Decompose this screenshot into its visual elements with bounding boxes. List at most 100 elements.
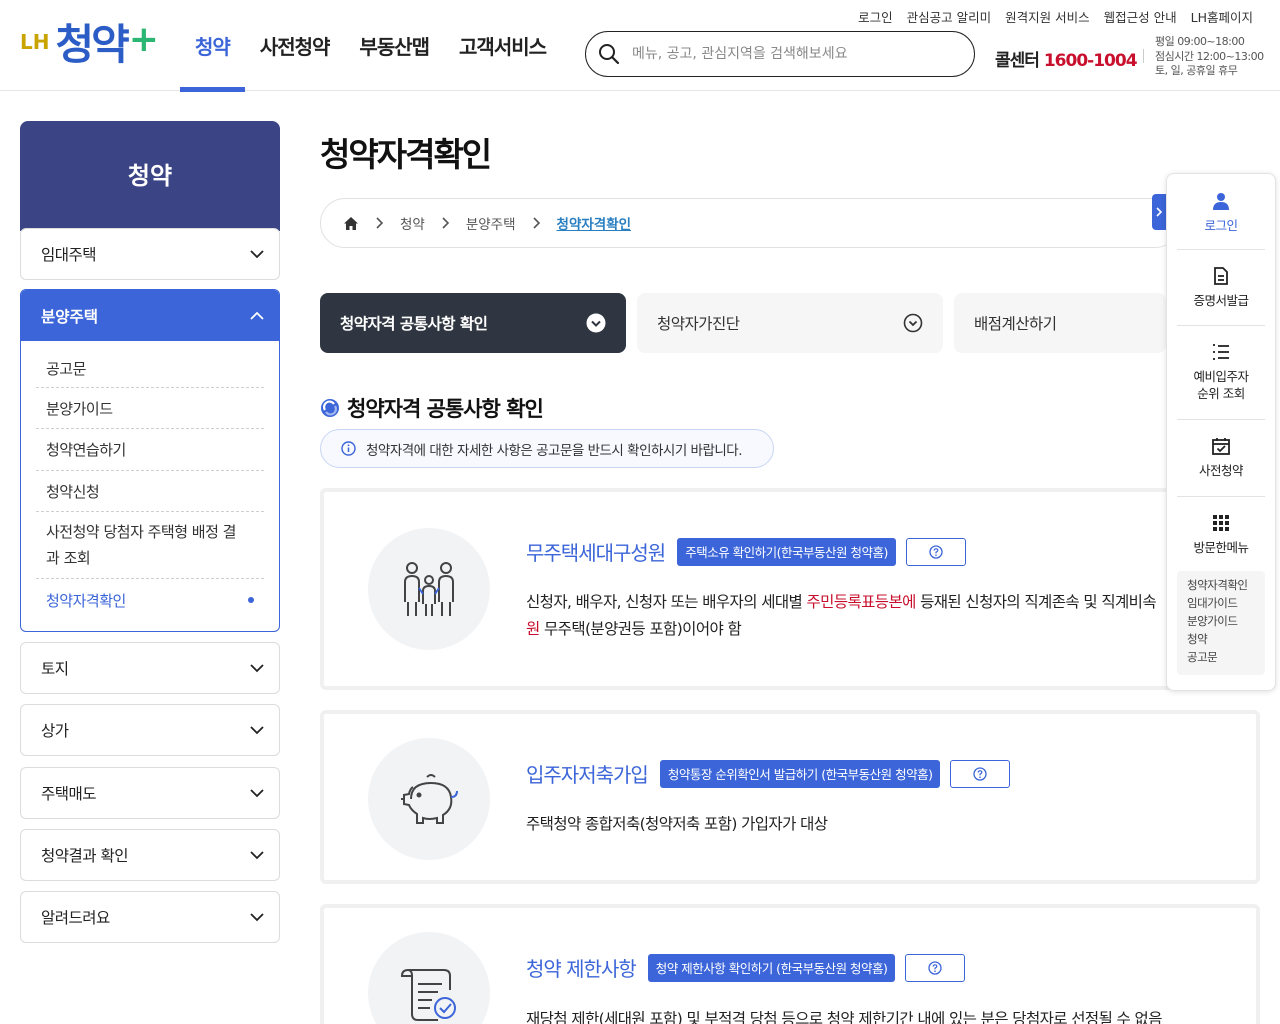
eligibility-card-restrictions: 청약 제한사항 청약 제한사항 확인하기 (한국부동산원 청약홈) 재당첨 제한…	[320, 904, 1260, 1024]
sub-item-notice[interactable]: 공고문	[36, 341, 264, 388]
sidebar-title: 청약	[20, 121, 280, 231]
quick-login[interactable]: 로그인	[1177, 191, 1265, 234]
sidebar-item-sale-header[interactable]: 분양주택	[21, 290, 279, 341]
sub-item-label: 사전청약 당첨자 주택형 배정 결과 조회	[46, 523, 236, 567]
sub-item-practice[interactable]: 청약연습하기	[36, 429, 264, 471]
sub-item-label: 청약자격확인	[46, 591, 126, 610]
calendar-check-icon	[1211, 436, 1231, 456]
gnb-subscription[interactable]: 청약	[180, 0, 245, 92]
help-button[interactable]	[950, 759, 1011, 788]
gnb-customer-service[interactable]: 고객서비스	[444, 0, 561, 91]
recent-item[interactable]: 청약	[1187, 630, 1265, 648]
check-restrictions-button[interactable]: 청약 제한사항 확인하기 (한국부동산원 청약홈)	[647, 953, 896, 982]
gnb-real-estate-map[interactable]: 부동산맵	[344, 0, 444, 91]
card-description: 재당첨 제한(세대원 포함) 및 부적격 당첨 등으로 청약 제한기간 내에 있…	[526, 1010, 1162, 1024]
tab-label: 청약자격 공통사항 확인	[340, 315, 488, 333]
lh-logo[interactable]: LH 청약 +	[20, 22, 159, 66]
hours-lunch: 점심시간 12:00~13:00	[1155, 49, 1264, 63]
util-login[interactable]: 로그인	[858, 7, 893, 26]
quick-label: 사전청약	[1198, 463, 1244, 478]
quick-pre-subscription[interactable]: 사전청약	[1177, 436, 1265, 479]
util-accessibility[interactable]: 웹접근성 안내	[1104, 7, 1177, 26]
document-icon	[1211, 266, 1231, 286]
help-button[interactable]	[905, 953, 966, 982]
tab-score-calc[interactable]: 배점계산하기	[954, 293, 1166, 353]
sub-item-sale-guide[interactable]: 분양가이드	[36, 388, 264, 429]
util-remote-support[interactable]: 원격지원 서비스	[1005, 7, 1089, 26]
logo-prefix: LH	[20, 30, 50, 54]
tab-self-diagnosis[interactable]: 청약자가진단	[637, 293, 943, 353]
notice-text: 청약자격에 대한 자세한 사항은 공고문을 반드시 확인하시기 바랍니다.	[366, 442, 743, 459]
recent-item[interactable]: 공고문	[1187, 648, 1265, 666]
sub-item-eligibility[interactable]: 청약자격확인	[36, 579, 264, 621]
breadcrumb-item[interactable]: 분양주택	[466, 213, 516, 233]
sidebar-item-house-sale[interactable]: 주택매도	[20, 767, 280, 819]
search-icon[interactable]	[598, 43, 620, 65]
util-notice-alert[interactable]: 관심공고 알리미	[907, 7, 991, 26]
site-header: LH 청약 + 청약 사전청약 부동산맵 고객서비스 로그인 관심공고 알리미 …	[0, 0, 1280, 92]
sub-item-apply[interactable]: 청약신청	[36, 471, 264, 512]
chevron-down-icon	[249, 785, 265, 801]
divider	[1177, 249, 1265, 250]
sidebar-item-land[interactable]: 토지	[20, 642, 280, 694]
document-check-icon	[368, 932, 490, 1024]
check-ownership-button[interactable]: 주택소유 확인하기(한국부동산원 청약홈)	[677, 537, 896, 566]
home-icon[interactable]	[343, 216, 359, 231]
sidebar-item-announcements[interactable]: 알려드려요	[20, 891, 280, 943]
gnb-pre-subscription[interactable]: 사전청약	[245, 0, 345, 91]
quick-label: 순위 조회	[1197, 386, 1245, 401]
breadcrumb-current[interactable]: 청약자격확인	[557, 213, 632, 233]
help-button[interactable]	[905, 537, 966, 566]
active-dot	[248, 597, 254, 603]
sidebar-item-commercial[interactable]: 상가	[20, 704, 280, 756]
recent-item[interactable]: 분양가이드	[1187, 612, 1265, 630]
search-input[interactable]	[632, 46, 952, 62]
sidebar-item-results[interactable]: 청약결과 확인	[20, 829, 280, 881]
quick-ranking[interactable]: 예비입주자 순위 조회	[1177, 342, 1265, 402]
util-lh-homepage[interactable]: LH홈페이지	[1191, 7, 1253, 26]
sidebar-item-label: 청약결과 확인	[41, 847, 129, 865]
sidebar-item-label: 알려드려요	[41, 909, 110, 927]
quick-label: 로그인	[1204, 218, 1238, 233]
card-description: 주택청약 종합저축(청약저축 포함) 가입자가 대상	[526, 815, 828, 833]
issue-ranking-cert-button[interactable]: 청약통장 순위확인서 발급하기 (한국부동산원 청약홈)	[659, 759, 941, 788]
callcenter-number: 1600-1004	[1043, 51, 1138, 71]
tab-common-eligibility[interactable]: 청약자격 공통사항 확인	[320, 293, 626, 353]
logo-main: 청약	[55, 20, 129, 69]
desc-highlight: 주민등록표등본에	[806, 593, 917, 611]
recent-item[interactable]: 임대가이드	[1187, 594, 1265, 612]
card-description: 신청자, 배우자, 신청자 또는 배우자의 세대별 주민등록표등본에 등재된 신…	[526, 589, 1176, 643]
sidebar-item-rental[interactable]: 임대주택	[20, 228, 280, 280]
chevron-down-circle-icon	[586, 313, 606, 333]
section-title: 청약자격 공통사항 확인	[320, 393, 544, 423]
sale-sub-menu: 공고문 분양가이드 청약연습하기 청약신청 사전청약 당첨자 주택형 배정 결과…	[21, 341, 279, 621]
page-title: 청약자격확인	[320, 135, 492, 174]
breadcrumb-item[interactable]: 청약	[400, 213, 425, 233]
sub-item-label: 분양가이드	[46, 399, 113, 418]
sub-item-pre-result[interactable]: 사전청약 당첨자 주택형 배정 결과 조회	[36, 512, 264, 579]
info-icon	[341, 441, 356, 456]
chevron-down-icon	[249, 722, 265, 738]
sidebar-item-sale: 분양주택 공고문 분양가이드 청약연습하기 청약신청 사전청약 당첨자 주택형 …	[20, 289, 280, 632]
card-title: 청약 제한사항	[526, 957, 637, 981]
utility-links: 로그인 관심공고 알리미 원격지원 서비스 웹접근성 안내 LH홈페이지	[858, 7, 1253, 26]
tab-label: 청약자가진단	[657, 315, 740, 333]
eligibility-card-savings: 입주자저축가입 청약통장 순위확인서 발급하기 (한국부동산원 청약홈) 주택청…	[320, 710, 1260, 884]
list-icon	[1211, 342, 1231, 362]
recent-menu-list: 청약자격확인 임대가이드 분양가이드 청약 공고문	[1177, 571, 1265, 675]
quick-certificate[interactable]: 증명서발급	[1177, 266, 1265, 309]
hours-weekday: 평일 09:00~18:00	[1155, 35, 1245, 48]
grid-icon	[1211, 513, 1231, 533]
chevron-down-icon	[249, 660, 265, 676]
desc-text: 신청자, 배우자, 신청자 또는 배우자의 세대별	[526, 593, 807, 611]
card-title: 무주택세대구성원	[526, 541, 666, 565]
section-bullet-icon	[320, 398, 340, 418]
recent-item[interactable]: 청약자격확인	[1187, 576, 1265, 594]
quick-visited[interactable]: 방문한메뉴	[1177, 513, 1265, 556]
divider	[1177, 496, 1265, 497]
callcenter-hours: 평일 09:00~18:00 점심시간 12:00~13:00 토, 일, 공휴…	[1155, 35, 1264, 79]
desc-text: 무주택(분양권등 포함)이어야 함	[539, 620, 742, 638]
quick-menu-toggle[interactable]	[1152, 194, 1166, 230]
chevron-right-icon	[532, 217, 541, 229]
piggy-bank-icon	[368, 738, 490, 860]
